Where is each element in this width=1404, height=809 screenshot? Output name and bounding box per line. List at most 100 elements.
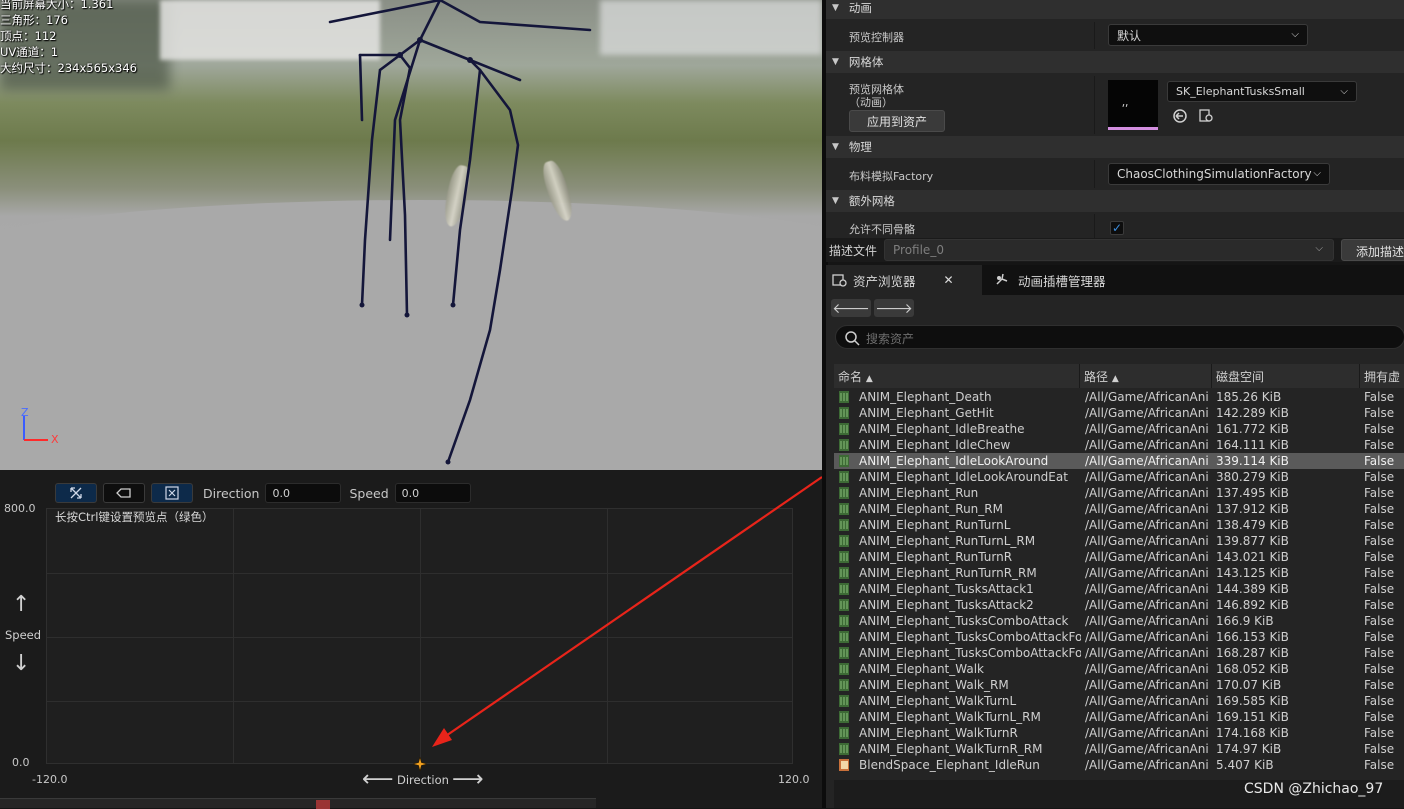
- column-header-path[interactable]: 路径 ▲: [1080, 364, 1212, 388]
- asset-path: /All/Game/AfricanAni: [1085, 390, 1209, 404]
- zoom-fit-button[interactable]: [151, 483, 193, 503]
- asset-disk-size: 142.289 KiB: [1216, 406, 1289, 420]
- cloth-factory-dropdown[interactable]: ChaosClothingSimulationFactory ⌵: [1108, 163, 1330, 185]
- animation-asset-icon: [839, 567, 849, 579]
- column-header-name[interactable]: 命名 ▲: [834, 364, 1080, 388]
- asset-path: /All/Game/AfricanAni: [1085, 438, 1209, 452]
- table-row[interactable]: ANIM_Elephant_Walk_RM/All/Game/AfricanAn…: [834, 677, 1404, 693]
- mesh-thumbnail[interactable]: ⸴⸴: [1108, 80, 1158, 130]
- table-row[interactable]: ANIM_Elephant_IdleChew/All/Game/AfricanA…: [834, 437, 1404, 453]
- tab-content-browser[interactable]: 资产浏览器 ✕: [826, 265, 982, 295]
- asset-disk-size: 164.111 KiB: [1216, 438, 1289, 452]
- table-row[interactable]: ANIM_Elephant_IdleLookAroundEat/All/Game…: [834, 469, 1404, 485]
- profile-dropdown[interactable]: Profile_0 ⌵: [884, 239, 1334, 261]
- asset-name: ANIM_Elephant_RunTurnL_RM: [859, 534, 1036, 548]
- asset-path: /All/Game/AfricanAni: [1085, 742, 1209, 756]
- table-row[interactable]: ANIM_Elephant_Run/All/Game/AfricanAni 137…: [834, 485, 1404, 501]
- asset-disk-size: 143.021 KiB: [1216, 550, 1289, 564]
- asset-path: /All/Game/AfricanAni: [1085, 502, 1209, 516]
- use-selected-asset-icon[interactable]: [1172, 108, 1188, 124]
- back-button[interactable]: 🡐: [831, 299, 871, 317]
- column-header-size[interactable]: 磁盘空间: [1212, 364, 1360, 388]
- asset-path: /All/Game/AfricanAni: [1085, 470, 1209, 484]
- category-mesh[interactable]: ▼ 网格体: [826, 51, 1404, 73]
- asset-virtual: False: [1364, 422, 1395, 436]
- table-row[interactable]: ANIM_Elephant_WalkTurnL_RM/All/Game/Afri…: [834, 709, 1404, 725]
- fit-view-button[interactable]: [55, 483, 97, 503]
- asset-path: /All/Game/AfricanAni: [1085, 694, 1209, 708]
- table-row[interactable]: ANIM_Elephant_WalkTurnR_RM/All/Game/Afri…: [834, 741, 1404, 757]
- table-row[interactable]: ANIM_Elephant_RunTurnL/All/Game/AfricanA…: [834, 517, 1404, 533]
- preview-controller-label: 预览控制器: [849, 31, 904, 44]
- table-row[interactable]: ANIM_Elephant_Death/All/Game/AfricanAni 1…: [834, 389, 1404, 405]
- asset-path: /All/Game/AfricanAni: [1085, 534, 1209, 548]
- asset-disk-size: 174.97 KiB: [1216, 742, 1282, 756]
- speed-input[interactable]: 0.0: [394, 483, 471, 503]
- blendspace-grid[interactable]: 长按Ctrl键设置预览点（绿色）: [46, 508, 793, 764]
- column-header-virtual[interactable]: 拥有虚: [1360, 364, 1404, 388]
- x-axis-min-label: -120.0: [32, 773, 68, 786]
- y-axis-name: Speed: [5, 628, 42, 642]
- asset-name: ANIM_Elephant_IdleLookAroundEat: [859, 470, 1068, 484]
- eraser-button[interactable]: [103, 483, 145, 503]
- close-icon[interactable]: ✕: [944, 273, 954, 287]
- category-physics[interactable]: ▼ 物理: [826, 136, 1404, 158]
- table-row[interactable]: ANIM_Elephant_GetHit/All/Game/AfricanAni…: [834, 405, 1404, 421]
- sort-asc-icon: ▲: [1111, 374, 1119, 384]
- fit-icon: [70, 487, 82, 499]
- table-row[interactable]: ANIM_Elephant_Walk/All/Game/AfricanAni 16…: [834, 661, 1404, 677]
- table-row[interactable]: ANIM_Elephant_RunTurnR_RM/All/Game/Afric…: [834, 565, 1404, 581]
- table-row[interactable]: ANIM_Elephant_TusksComboAttack/All/Game/…: [834, 613, 1404, 629]
- asset-name: ANIM_Elephant_IdleLookAround: [859, 454, 1049, 468]
- table-row[interactable]: ANIM_Elephant_TusksComboAttackFo/All/Gam…: [834, 645, 1404, 661]
- grid-line: [47, 573, 792, 574]
- direction-input[interactable]: 0.0: [265, 483, 342, 503]
- browse-asset-icon[interactable]: [1198, 108, 1214, 124]
- forward-button[interactable]: 🡒: [874, 299, 914, 317]
- category-extra-mesh[interactable]: ▼ 额外网格: [826, 190, 1404, 212]
- asset-disk-size: 139.877 KiB: [1216, 534, 1289, 548]
- table-row[interactable]: ANIM_Elephant_WalkTurnR/All/Game/African…: [834, 725, 1404, 741]
- grid-line: [233, 509, 234, 763]
- table-row[interactable]: ANIM_Elephant_WalkTurnL/All/Game/African…: [834, 693, 1404, 709]
- asset-disk-size: 168.052 KiB: [1216, 662, 1289, 676]
- apply-to-asset-button[interactable]: 应用到资产: [849, 110, 945, 132]
- asset-name: ANIM_Elephant_IdleBreathe: [859, 422, 1025, 436]
- animation-asset-icon: [839, 551, 849, 563]
- asset-name: ANIM_Elephant_WalkTurnR_RM: [859, 742, 1043, 756]
- focus-icon: [165, 486, 179, 500]
- asset-disk-size: 174.168 KiB: [1216, 726, 1289, 740]
- tab-anim-slot-manager[interactable]: 动画插槽管理器: [988, 265, 1188, 295]
- search-input[interactable]: 搜索资产: [835, 325, 1404, 349]
- asset-path: /All/Game/AfricanAni: [1085, 422, 1209, 436]
- asset-virtual: False: [1364, 390, 1395, 404]
- asset-name: ANIM_Elephant_Death: [859, 390, 992, 404]
- table-row[interactable]: ANIM_Elephant_IdleBreathe/All/Game/Afric…: [834, 421, 1404, 437]
- asset-name: ANIM_Elephant_TusksAttack1: [859, 582, 1034, 596]
- preview-viewport[interactable]: 当前屏幕大小：1.361 三角形：176 顶点：112 UV通道：1 大约尺寸：…: [0, 0, 822, 470]
- preview-mesh-dropdown[interactable]: SK_ElephantTusksSmall ⌵: [1167, 81, 1357, 102]
- category-animation[interactable]: ▼ 动画: [826, 0, 1404, 19]
- y-axis-max-label: 800.0: [4, 502, 36, 515]
- allow-diff-skeleton-checkbox[interactable]: ✓: [1110, 221, 1124, 235]
- table-row[interactable]: ANIM_Elephant_IdleLookAround/All/Game/Af…: [834, 453, 1404, 469]
- table-row[interactable]: ANIM_Elephant_TusksComboAttackFo/All/Gam…: [834, 629, 1404, 645]
- viewport-stats: 当前屏幕大小：1.361 三角形：176 顶点：112 UV通道：1 大约尺寸：…: [0, 0, 137, 76]
- asset-virtual: False: [1364, 438, 1395, 452]
- table-row[interactable]: ANIM_Elephant_TusksAttack1/All/Game/Afri…: [834, 581, 1404, 597]
- details-panel: ▼ 动画 预览控制器 默认 ⌵ ▼ 网格体 预览网格体 （动画） 应用到资产 ⸴…: [826, 0, 1404, 262]
- asset-name: ANIM_Elephant_RunTurnR_RM: [859, 566, 1037, 580]
- table-row[interactable]: ANIM_Elephant_Run_RM/All/Game/AfricanAni…: [834, 501, 1404, 517]
- asset-virtual: False: [1364, 534, 1395, 548]
- asset-name: ANIM_Elephant_WalkTurnL: [859, 694, 1017, 708]
- add-profile-button[interactable]: 添加描述: [1341, 239, 1404, 261]
- speed-label: Speed: [349, 485, 389, 501]
- asset-name: ANIM_Elephant_TusksComboAttackFo: [859, 630, 1081, 644]
- timeline-bar[interactable]: [0, 798, 596, 809]
- table-row[interactable]: BlendSpace_Elephant_IdleRun/All/Game/Afr…: [834, 757, 1404, 773]
- table-row[interactable]: ANIM_Elephant_RunTurnR/All/Game/AfricanA…: [834, 549, 1404, 565]
- preview-controller-dropdown[interactable]: 默认 ⌵: [1108, 24, 1308, 46]
- table-row[interactable]: ANIM_Elephant_TusksAttack2/All/Game/Afri…: [834, 597, 1404, 613]
- table-row[interactable]: ANIM_Elephant_RunTurnL_RM/All/Game/Afric…: [834, 533, 1404, 549]
- sample-point-icon[interactable]: [412, 757, 427, 771]
